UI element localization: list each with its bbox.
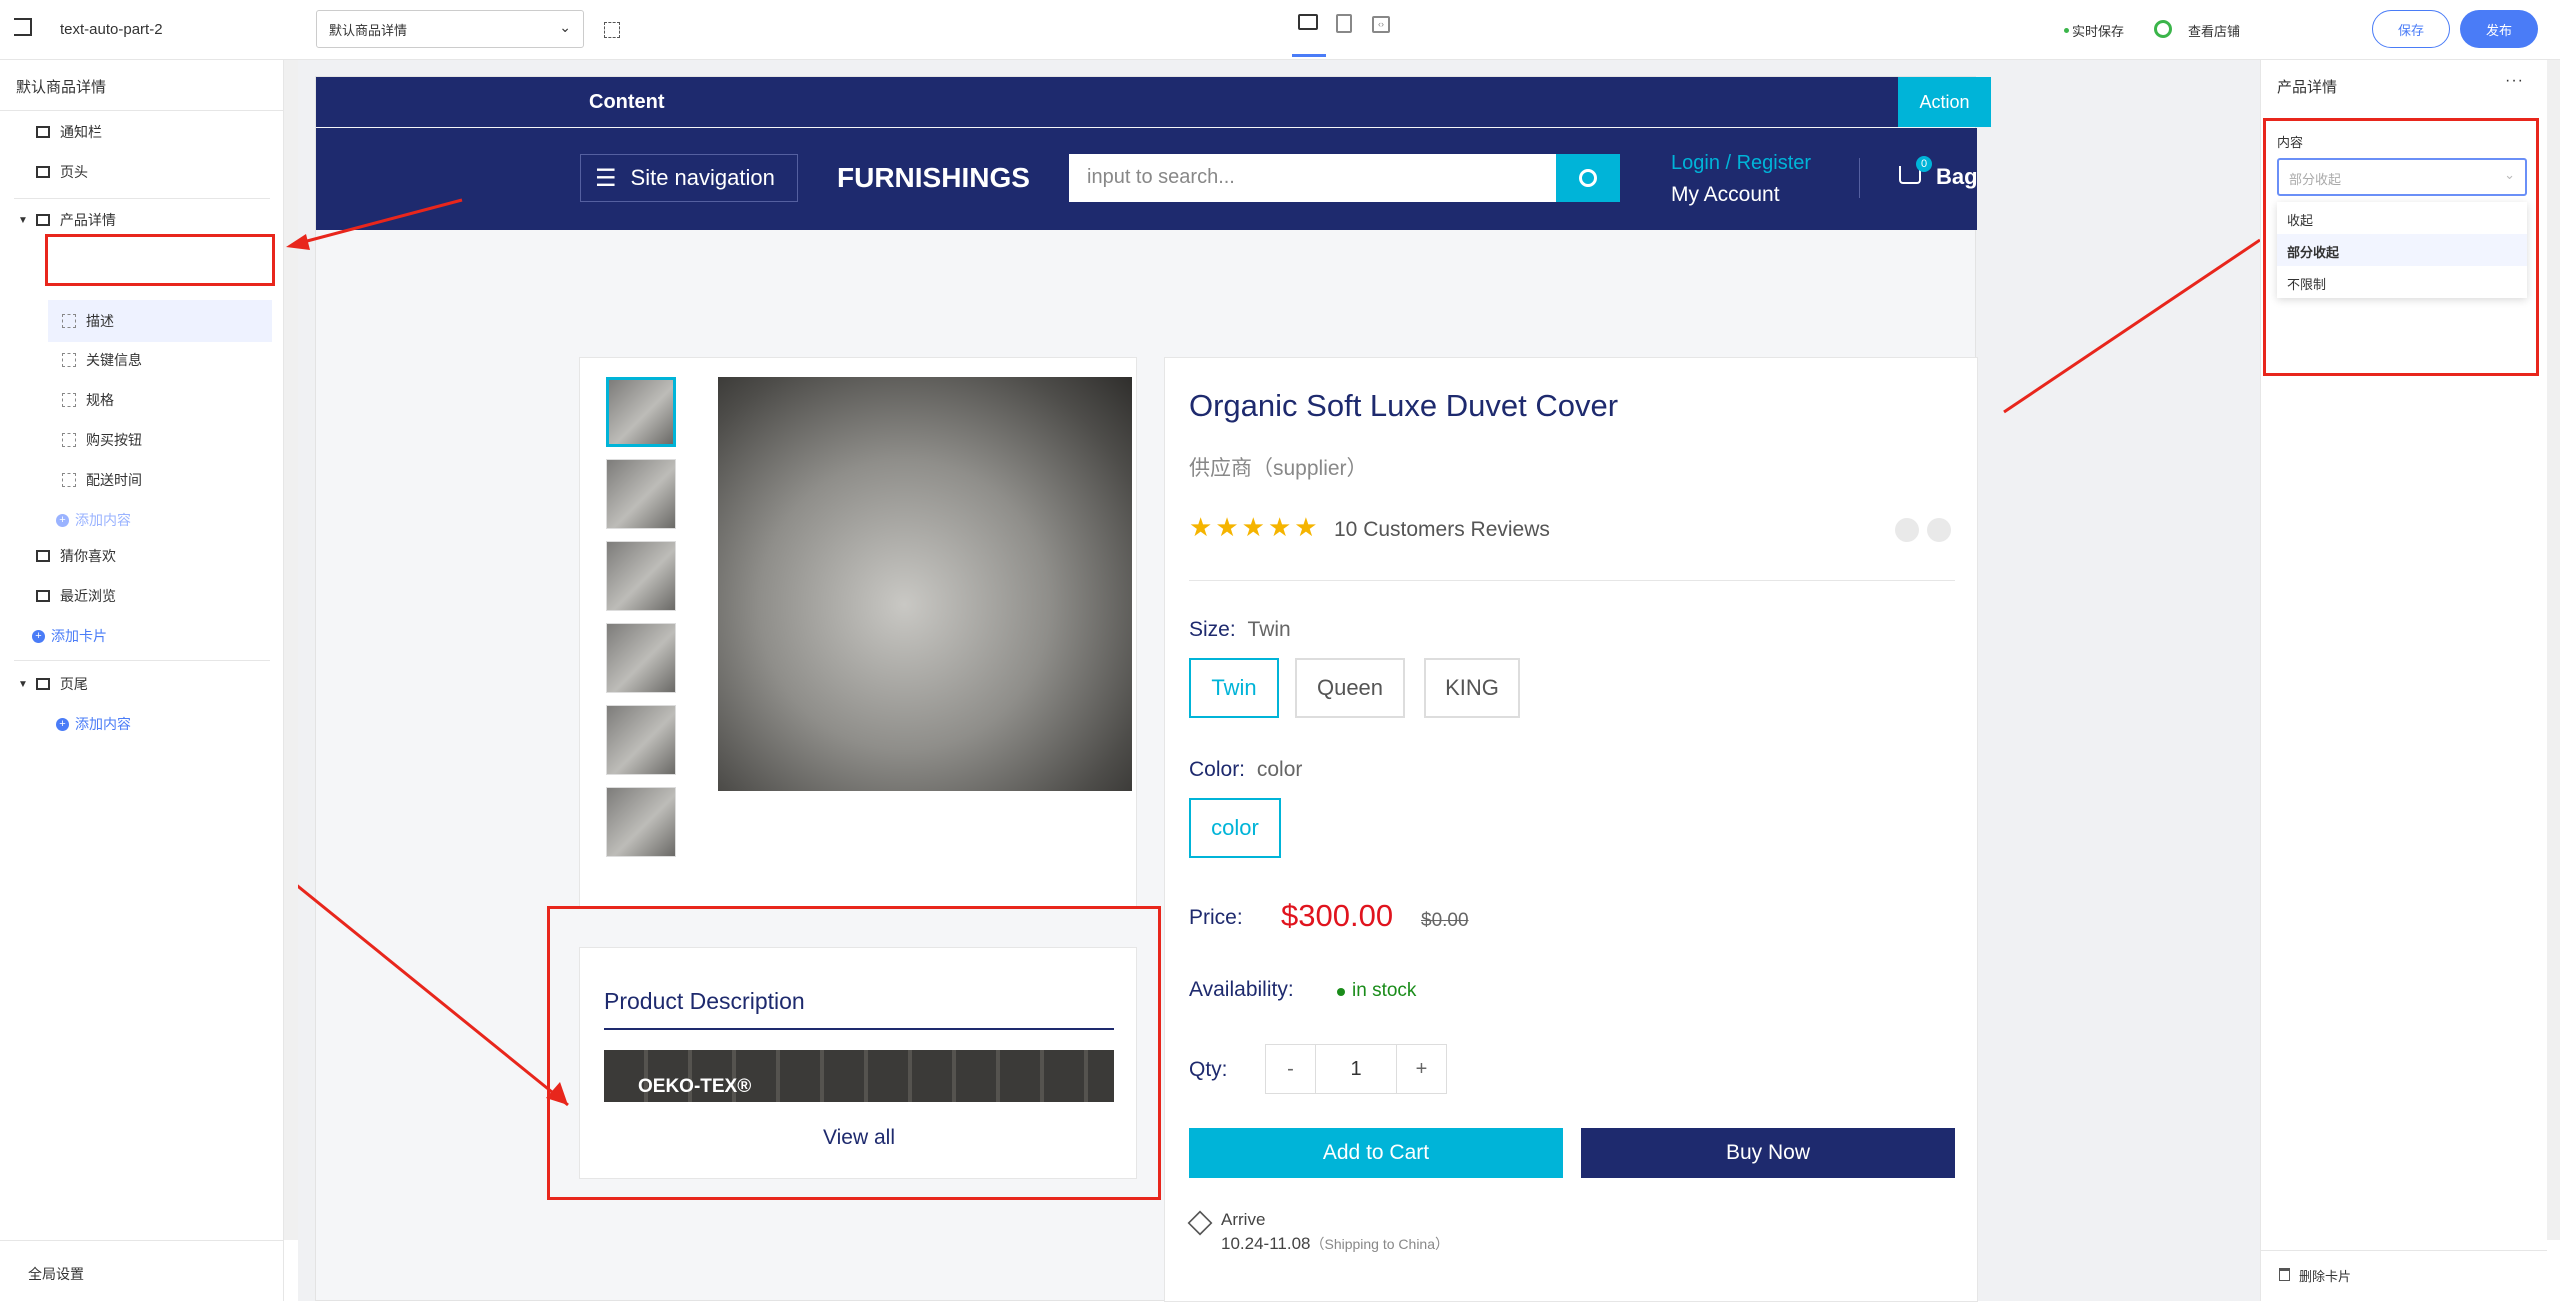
chevron-down-icon: ⌄ [559, 19, 571, 35]
caret-down-icon[interactable]: ▼ [18, 215, 28, 226]
plus-icon: + [56, 717, 69, 731]
page-select[interactable]: 默认商品详情 ⌄ [316, 10, 584, 48]
footer-divider [0, 1240, 284, 1241]
add-content-button[interactable]: + 添加内容 [0, 500, 284, 540]
autosave-status: 实时保存 [2072, 24, 2125, 39]
block-icon [62, 473, 76, 487]
delete-card-button[interactable]: 删除卡片 [2299, 1266, 2351, 1285]
tree-item-label: 规格 [86, 392, 114, 408]
add-card-button[interactable]: + 添加卡片 [0, 616, 284, 656]
more-options-icon[interactable]: ··· [2505, 72, 2524, 90]
section-icon [35, 678, 50, 690]
add-content-label: 添加内容 [75, 512, 131, 528]
tree-item-buy-button[interactable]: 购买按钮 [0, 420, 284, 460]
tree-item-label: 关键信息 [86, 352, 142, 368]
tree-item-recently-viewed[interactable]: 最近浏览 [0, 576, 284, 616]
block-icon [62, 393, 76, 407]
plus-icon: + [56, 513, 69, 527]
store-icon [2154, 20, 2172, 38]
tree-item-notification[interactable]: 通知栏 [0, 112, 284, 152]
panel-title: 默认商品详情 [16, 79, 107, 96]
publish-button[interactable]: 发布 [2460, 10, 2538, 48]
properties-panel: 产品详情 ··· 内容 部分收起 ⌄ 收起 部分收起 不限制 删除卡片 [2260, 60, 2560, 1301]
code-view-icon[interactable]: ‹› [1372, 16, 1390, 33]
preview-canvas: Content Action ☰ Site navigation FURNISH… [298, 60, 2260, 1302]
block-icon [62, 353, 76, 367]
add-content-button[interactable]: + 添加内容 [0, 704, 284, 744]
tree-item-label: 通知栏 [60, 124, 102, 140]
tree-item-delivery-time[interactable]: 配送时间 [0, 460, 284, 500]
tree-divider [14, 660, 270, 661]
tree-item-label: 配送时间 [86, 472, 142, 488]
add-card-label: 添加卡片 [51, 628, 107, 644]
tree-item-label: 页头 [60, 164, 88, 180]
view-store-link[interactable]: 查看店铺 [2188, 21, 2240, 40]
desktop-view-icon[interactable] [1298, 14, 1318, 30]
tree-item-label: 最近浏览 [60, 588, 116, 604]
save-button[interactable]: 保存 [2372, 10, 2450, 48]
annotation-arrow-left [286, 198, 463, 250]
add-content-label: 添加内容 [75, 716, 131, 732]
tree-item-recommended[interactable]: 猜你喜欢 [0, 536, 284, 576]
project-name: text-auto-part-2 [60, 21, 163, 38]
section-icon [36, 550, 50, 562]
tree-item-label: 页尾 [59, 676, 88, 692]
section-icon [36, 166, 50, 178]
tree-divider [14, 198, 270, 199]
desktop-active-indicator [1292, 54, 1326, 57]
section-icon [36, 126, 50, 138]
tree-item-label: 购买按钮 [86, 432, 142, 448]
annotation-arrows [298, 238, 2260, 1107]
global-settings-link[interactable]: 全局设置 [28, 1264, 84, 1284]
caret-down-icon[interactable]: ▼ [18, 679, 28, 690]
autosave-dot-icon [2064, 28, 2069, 33]
panel-title-divider [0, 110, 284, 111]
section-icon [36, 590, 50, 602]
exit-icon[interactable] [14, 18, 32, 36]
trash-icon [2279, 1268, 2290, 1281]
block-icon [62, 314, 76, 328]
tablet-view-icon[interactable] [1336, 14, 1352, 33]
tree-item-footer[interactable]: ▼ 页尾 [0, 664, 284, 704]
block-icon [62, 433, 76, 447]
plus-icon: + [32, 629, 45, 643]
tree-item-label: 猜你喜欢 [60, 548, 116, 564]
tree-item-label: 产品详情 [59, 212, 116, 228]
tree-item-key-info[interactable]: 关键信息 [0, 340, 284, 380]
tree-item-label: 描述 [86, 313, 114, 329]
footer-divider [2261, 1250, 2547, 1251]
page-select-value: 默认商品详情 [329, 22, 408, 38]
tree-item-specs[interactable]: 规格 [0, 380, 284, 420]
editor-topbar: text-auto-part-2 默认商品详情 ⌄ ‹› 实时保存 查看店铺 保… [0, 0, 2560, 60]
tree-item-description[interactable]: 描述 [48, 300, 272, 342]
section-icon [35, 214, 50, 226]
right-scrollbar[interactable] [2547, 60, 2560, 1240]
tree-item-header[interactable]: 页头 [0, 152, 284, 192]
annotation-box-settings [2263, 118, 2539, 376]
panel-title: 产品详情 [2277, 79, 2338, 96]
annotation-box-layer [45, 234, 275, 286]
select-element-icon[interactable] [604, 22, 620, 38]
